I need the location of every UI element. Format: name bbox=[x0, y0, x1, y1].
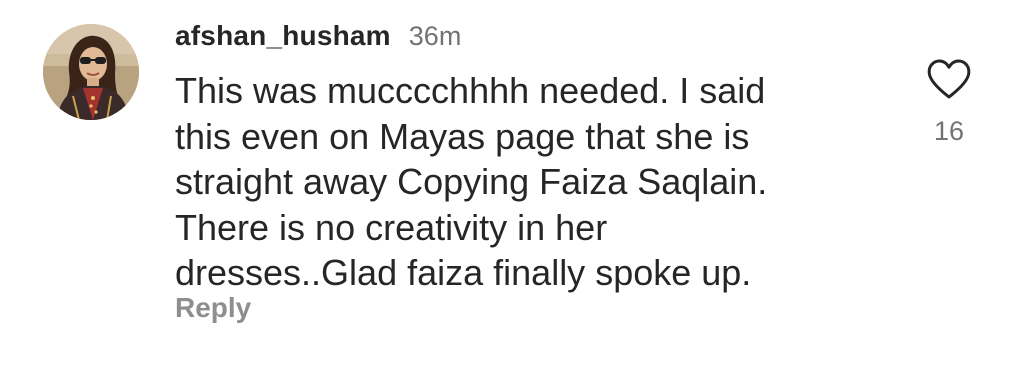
reply-button[interactable]: Reply bbox=[175, 292, 251, 324]
comment-item: afshan_husham 36m This was mucccchhhh ne… bbox=[0, 0, 1024, 375]
like-button[interactable] bbox=[926, 58, 972, 100]
timestamp: 36m bbox=[408, 21, 462, 51]
avatar-photo bbox=[43, 24, 139, 120]
comment-text: This was mucccchhhh needed. I said this … bbox=[175, 70, 768, 293]
heart-outline-icon bbox=[927, 59, 971, 99]
like-count: 16 bbox=[933, 116, 965, 146]
avatar[interactable] bbox=[43, 24, 139, 120]
comment-header: afshan_husham 36m bbox=[175, 20, 461, 58]
username[interactable]: afshan_husham bbox=[175, 20, 391, 52]
